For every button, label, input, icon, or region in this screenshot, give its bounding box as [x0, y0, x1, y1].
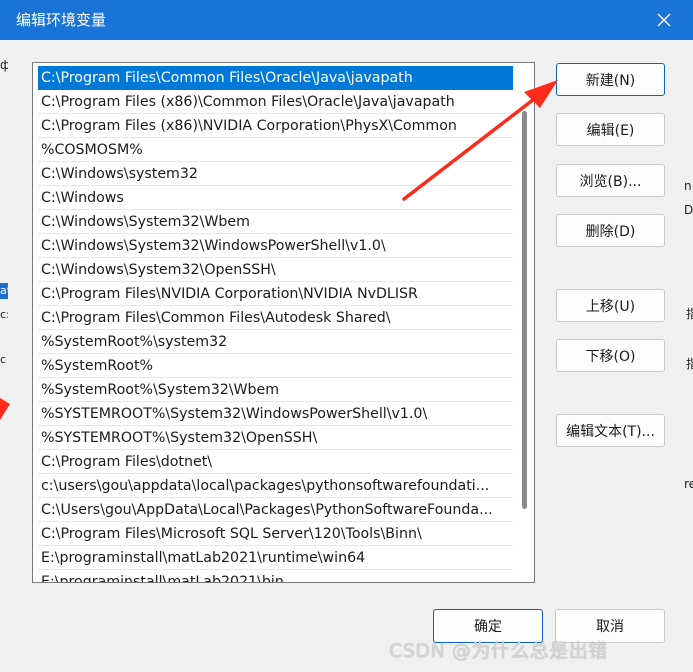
dialog-title: 编辑环境变量	[16, 11, 107, 29]
path-list-item[interactable]: C:\Program Files\Common Files\Autodesk S…	[38, 306, 513, 330]
browse-button[interactable]: 浏览(B)...	[556, 164, 665, 197]
close-icon	[657, 13, 671, 27]
path-list-item[interactable]: C:\Program Files (x86)\NVIDIA Corporatio…	[38, 114, 513, 138]
path-list-item[interactable]: %SystemRoot%	[38, 354, 513, 378]
path-list-item[interactable]: C:\Windows\System32\Wbem	[38, 210, 513, 234]
background-fragment: n	[684, 179, 692, 193]
path-list-item[interactable]: C:\Windows\System32\OpenSSH\	[38, 258, 513, 282]
title-bar: 编辑环境变量	[0, 0, 693, 40]
path-list-items: C:\Program Files\Common Files\Oracle\Jav…	[33, 63, 517, 582]
path-list-item[interactable]: %SystemRoot%\System32\Wbem	[38, 378, 513, 402]
path-list-item[interactable]: C:\Program Files (x86)\Common Files\Orac…	[38, 90, 513, 114]
vertical-scrollbar[interactable]	[519, 63, 534, 582]
background-fragment: re	[684, 477, 693, 491]
background-fragment: 指	[686, 357, 693, 371]
path-list-item[interactable]: %SYSTEMROOT%\System32\WindowsPowerShell\…	[38, 402, 513, 426]
path-list-item[interactable]: C:\Windows\system32	[38, 162, 513, 186]
path-list-item[interactable]: C:\Windows\System32\WindowsPowerShell\v1…	[38, 234, 513, 258]
path-list[interactable]: C:\Program Files\Common Files\Oracle\Jav…	[32, 62, 535, 583]
background-fragment: c	[0, 353, 7, 366]
path-list-item[interactable]: C:\Program Files\NVIDIA Corporation\NVID…	[38, 282, 513, 306]
path-list-item[interactable]: %SystemRoot%\system32	[38, 330, 513, 354]
move-down-button[interactable]: 下移(O)	[556, 339, 665, 372]
delete-button[interactable]: 删除(D)	[556, 214, 665, 247]
edit-environment-variable-dialog: 编辑环境变量 ф at c: c n D: 指 指 re C:\Program …	[0, 0, 693, 672]
path-list-item-selected[interactable]: C:\Program Files\Common Files\Oracle\Jav…	[38, 66, 513, 90]
path-list-item[interactable]: C:\Users\gou\AppData\Local\Packages\Pyth…	[38, 498, 513, 522]
path-list-item[interactable]: E:\programinstall\matLab2021\bin	[38, 570, 513, 582]
path-list-item[interactable]: %COSMOSM%	[38, 138, 513, 162]
background-fragment: 指	[686, 307, 693, 321]
dialog-body: C:\Program Files\Common Files\Oracle\Jav…	[8, 40, 685, 664]
edit-text-button[interactable]: 编辑文本(T)...	[556, 414, 665, 447]
edit-button[interactable]: 编辑(E)	[556, 113, 665, 146]
path-list-item[interactable]: C:\Windows	[38, 186, 513, 210]
background-fragment: at	[0, 283, 12, 299]
path-list-item[interactable]: C:\Program Files\Microsoft SQL Server\12…	[38, 522, 513, 546]
background-fragment: D:	[684, 203, 693, 217]
close-button[interactable]	[648, 4, 680, 36]
move-up-button[interactable]: 上移(U)	[556, 289, 665, 322]
path-list-item[interactable]: %SYSTEMROOT%\System32\OpenSSH\	[38, 426, 513, 450]
new-button[interactable]: 新建(N)	[556, 63, 665, 96]
scrollbar-thumb[interactable]	[522, 111, 527, 509]
path-list-item[interactable]: c:\users\gou\appdata\local\packages\pyth…	[38, 474, 513, 498]
path-list-item[interactable]: E:\programinstall\matLab2021\runtime\win…	[38, 546, 513, 570]
path-list-item[interactable]: C:\Program Files\dotnet\	[38, 450, 513, 474]
csdn-watermark: CSDN @为什么总是出错	[389, 640, 608, 662]
